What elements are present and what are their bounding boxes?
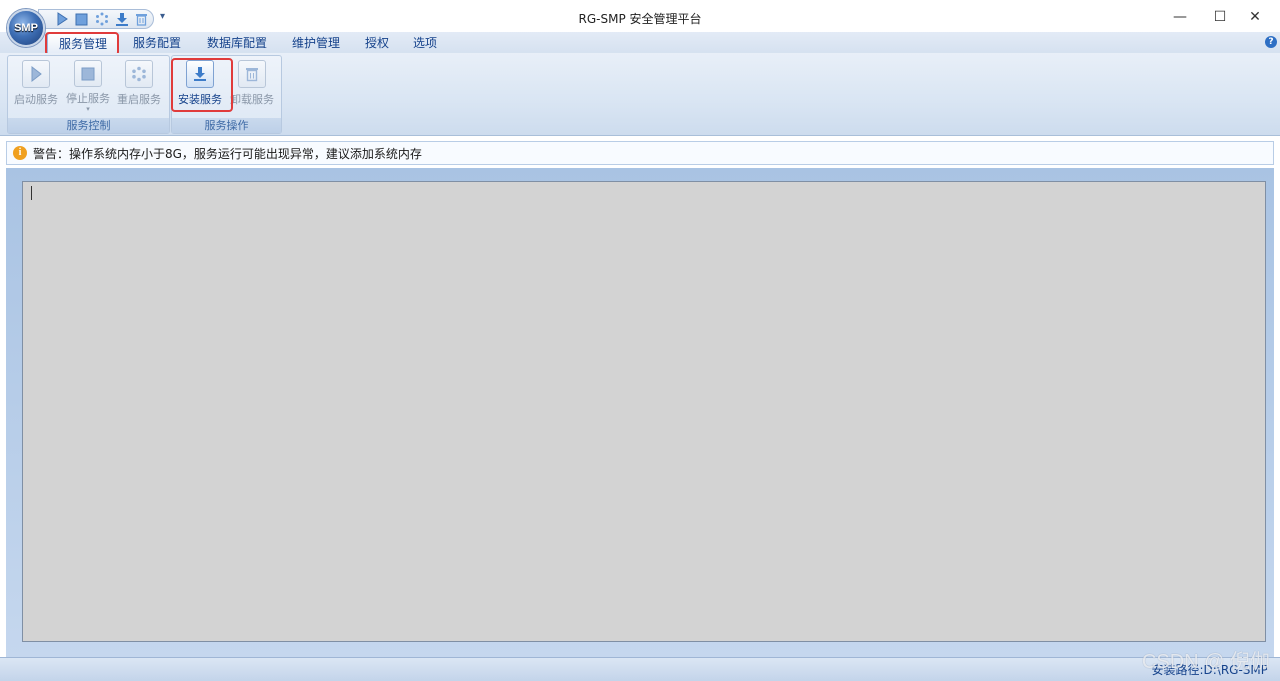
stop-icon [74, 60, 102, 87]
install-service-button[interactable]: 安装服务 [174, 60, 226, 112]
group-label-service-operation: 服务操作 [172, 118, 281, 133]
title-bar: SMP ▾ RG-SMP 安全管理平台 — ☐ ✕ [0, 0, 1280, 47]
close-button[interactable]: ✕ [1235, 4, 1275, 30]
uninstall-service-button[interactable]: 卸载服务 [226, 60, 278, 112]
restart-service-button[interactable]: 重启服务 [113, 60, 165, 112]
tab-license[interactable]: 授权 [354, 33, 400, 53]
start-service-button[interactable]: 启动服务 [10, 60, 62, 112]
trash-icon [238, 60, 266, 88]
install-service-label: 安装服务 [178, 93, 222, 106]
restart-icon [125, 60, 153, 88]
install-icon [186, 60, 214, 88]
play-icon [22, 60, 50, 88]
warning-text: 警告：操作系统内存小于8G，服务运行可能出现异常，建议添加系统内存 [33, 146, 422, 161]
chevron-down-icon: ▾ [86, 105, 90, 113]
ribbon-group-service-control: 启动服务 停止服务 ▾ 重启服务 服务控制 [7, 55, 170, 134]
restart-service-label: 重启服务 [117, 93, 161, 106]
tab-options[interactable]: 选项 [402, 33, 448, 53]
warning-bar: i 警告：操作系统内存小于8G，服务运行可能出现异常，建议添加系统内存 [6, 141, 1274, 165]
stop-service-button[interactable]: 停止服务 ▾ [62, 60, 114, 113]
log-output-area[interactable] [22, 181, 1266, 642]
tab-service-management[interactable]: 服务管理 [47, 33, 120, 54]
ribbon-tab-row: 服务管理 服务配置 数据库配置 维护管理 授权 选项 [0, 32, 1280, 54]
maximize-button[interactable]: ☐ [1200, 4, 1240, 30]
help-icon[interactable]: ? [1265, 36, 1277, 48]
watermark: CSDN @ 倪伽 [1141, 651, 1270, 673]
tab-service-config[interactable]: 服务配置 [122, 33, 192, 53]
stop-service-label: 停止服务 [66, 92, 110, 105]
app-menu-orb[interactable]: SMP [7, 9, 45, 47]
text-cursor [31, 186, 32, 200]
tab-database-config[interactable]: 数据库配置 [196, 33, 278, 53]
uninstall-service-label: 卸载服务 [230, 93, 274, 106]
window-title: RG-SMP 安全管理平台 [578, 12, 702, 26]
start-service-label: 启动服务 [14, 93, 58, 106]
tab-maintenance[interactable]: 维护管理 [281, 33, 351, 53]
status-bar: 安装路径:D:\RG-SMP [0, 657, 1280, 681]
info-icon: i [13, 146, 27, 160]
ribbon: 启动服务 停止服务 ▾ 重启服务 服务控制 安装服务 卸载服务 服务操作 [0, 53, 1280, 136]
minimize-button[interactable]: — [1160, 4, 1200, 30]
group-label-service-control: 服务控制 [8, 118, 169, 133]
ribbon-group-service-operation: 安装服务 卸载服务 服务操作 [171, 55, 282, 134]
